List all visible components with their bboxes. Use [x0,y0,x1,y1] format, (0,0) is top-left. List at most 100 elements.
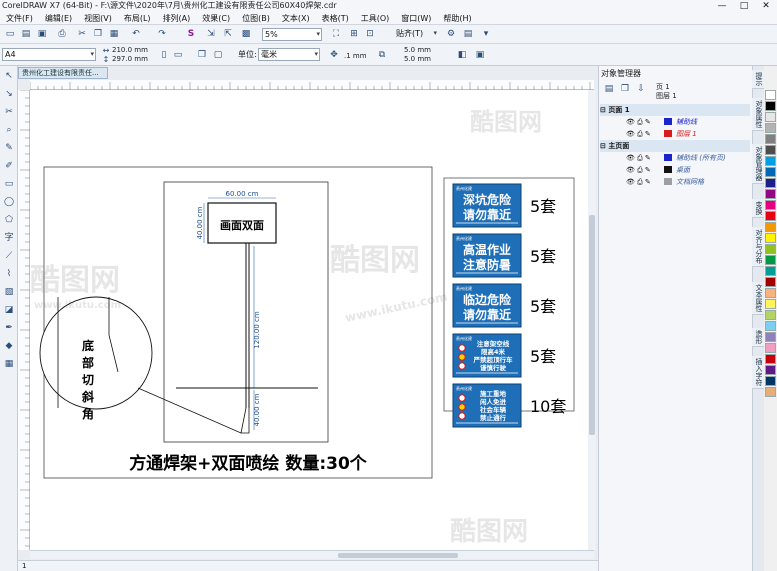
copy-icon[interactable]: ❐ [92,28,104,40]
application-launcher-icon[interactable]: ▾ [480,28,492,40]
layer-row[interactable]: 👁 ⎙ ✎ 辅助线 [600,116,750,128]
publish-pdf-icon[interactable]: ▩ [240,28,252,40]
palette-swatch[interactable] [765,266,776,276]
layer-row[interactable]: 👁 ⎙ ✎ 桌面 [600,164,750,176]
connector-tool-icon[interactable]: ⌇ [3,268,15,280]
close-button[interactable]: ✕ [755,0,777,12]
minimize-button[interactable]: — [711,0,733,12]
polygon-tool-icon[interactable]: ⬠ [3,214,15,226]
palette-swatch[interactable] [765,145,776,155]
menu-bitmaps[interactable]: 位图(B) [236,12,276,24]
export-icon[interactable]: ⇱ [222,28,234,40]
palette-swatch[interactable] [765,167,776,177]
menu-layout[interactable]: 布局(L) [118,12,157,24]
duplicate-y-field[interactable]: 5.0 mm [404,55,431,63]
all-pages-icon[interactable]: ❐ [196,49,208,61]
layer-color-swatch[interactable] [664,166,672,173]
layer-visibility-icon[interactable]: 👁 ⎙ ✎ [626,164,651,176]
nudge-distance-field[interactable]: .1 mm [344,52,367,60]
docker-tab[interactable]: 对齐与分布 [752,227,764,267]
vertical-ruler[interactable] [18,89,30,550]
palette-swatch[interactable] [765,376,776,386]
palette-swatch[interactable] [765,112,776,122]
palette-swatch[interactable] [765,354,776,364]
docker-tab[interactable]: 对象管理器 [752,144,764,184]
layer-color-swatch[interactable] [664,178,672,185]
page-size-select[interactable]: A4 ▾ [2,48,96,61]
treat-as-filled-icon[interactable]: ◧ [456,49,468,61]
new-layer-icon[interactable]: ❐ [619,83,631,95]
redo-icon[interactable]: ↷ [156,28,168,40]
palette-swatch[interactable] [765,200,776,210]
menu-effects[interactable]: 效果(C) [196,12,236,24]
vertical-scroll-thumb[interactable] [589,215,595,435]
menu-help[interactable]: 帮助(H) [437,12,477,24]
rulers-icon[interactable]: ⊞ [348,28,360,40]
pick-tool-icon[interactable]: ↖ [3,70,15,82]
layer-color-swatch[interactable] [664,118,672,125]
current-page-icon[interactable]: ▢ [212,49,224,61]
interactive-fill-icon[interactable]: ◆ [3,340,15,352]
horizontal-scroll-thumb[interactable] [338,553,458,558]
layer-visibility-icon[interactable]: 👁 ⎙ ✎ [626,116,651,128]
docker-tab[interactable]: 提示 [752,70,764,89]
grid-icon[interactable]: ⊡ [364,28,376,40]
horizontal-ruler[interactable] [29,80,594,90]
palette-swatch[interactable] [765,387,776,397]
menu-file[interactable]: 文件(F) [0,12,39,24]
layer-row[interactable]: 👁 ⎙ ✎ 图层 1 [600,128,750,140]
parallel-dimension-icon[interactable]: ⟋ [3,250,15,262]
undo-icon[interactable]: ↶ [130,28,142,40]
page-height-field[interactable]: 297.0 mm [112,55,148,63]
palette-swatch[interactable] [765,123,776,133]
docker-tab[interactable]: 变换 [752,199,764,218]
menu-tools[interactable]: 工具(O) [355,12,396,24]
transparency-tool-icon[interactable]: ◪ [3,304,15,316]
landscape-icon[interactable]: ▭ [172,49,184,61]
horizontal-scrollbar[interactable] [30,550,594,559]
palette-swatch[interactable] [765,90,776,100]
zoom-level-select[interactable]: 5% ▾ [262,28,322,41]
freehand-tool-icon[interactable]: ✎ [3,142,15,154]
snap-to-select[interactable]: 贴齐(T) ▾ [394,28,438,41]
palette-swatch[interactable] [765,255,776,265]
page-row[interactable]: ⊟ 页面 1 [600,104,750,116]
palette-swatch[interactable] [765,244,776,254]
layer-visibility-icon[interactable]: 👁 ⎙ ✎ [626,128,651,140]
maximize-button[interactable]: □ [733,0,755,12]
docker-tab[interactable]: 造形 [752,328,764,347]
search-content-icon[interactable]: S [185,28,197,40]
launch-icon[interactable]: ▤ [462,28,474,40]
palette-swatch[interactable] [765,288,776,298]
layer-row[interactable]: 👁 ⎙ ✎ 文档网格 [600,176,750,188]
page-row[interactable]: ⊟ 主页面 [600,140,750,152]
save-icon[interactable]: ▣ [36,28,48,40]
page-number[interactable]: 1 [22,562,26,570]
menu-arrange[interactable]: 排列(A) [157,12,197,24]
cut-icon[interactable]: ✂ [76,28,88,40]
palette-swatch[interactable] [765,299,776,309]
palette-swatch[interactable] [765,222,776,232]
page-border-icon[interactable]: ▣ [474,49,486,61]
duplicate-x-field[interactable]: 5.0 mm [404,46,431,54]
artistic-media-icon[interactable]: ✐ [3,160,15,172]
palette-swatch[interactable] [765,343,776,353]
ellipse-tool-icon[interactable]: ◯ [3,196,15,208]
palette-swatch[interactable] [765,189,776,199]
portrait-icon[interactable]: ▯ [158,49,170,61]
palette-swatch[interactable] [765,310,776,320]
units-select[interactable]: 毫米 ▾ [258,48,320,61]
rectangle-tool-icon[interactable]: ▭ [3,178,15,190]
layer-visibility-icon[interactable]: 👁 ⎙ ✎ [626,176,651,188]
layer-row[interactable]: 👁 ⎙ ✎ 辅助线 (所有页) [600,152,750,164]
palette-swatch[interactable] [765,134,776,144]
layer-visibility-icon[interactable]: 👁 ⎙ ✎ [626,152,651,164]
drop-shadow-icon[interactable]: ▧ [3,286,15,298]
text-tool-icon[interactable]: 字 [3,232,15,244]
menu-table[interactable]: 表格(T) [316,12,355,24]
print-icon[interactable]: ⎙ [56,28,68,40]
palette-swatch[interactable] [765,156,776,166]
palette-swatch[interactable] [765,178,776,188]
page-width-field[interactable]: 210.0 mm [112,46,148,54]
palette-swatch[interactable] [765,211,776,221]
